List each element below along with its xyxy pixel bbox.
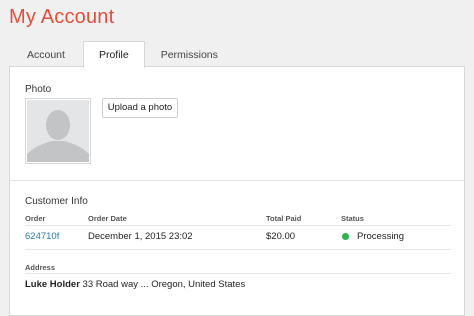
tab-permissions[interactable]: Permissions [144,41,234,67]
address-divider [25,273,451,274]
column-header-order-date: Order Date [88,214,127,223]
column-header-total-paid: Total Paid [266,214,302,223]
photo-label: Photo [25,84,52,95]
tab-bar: Account Profile Permissions [9,41,234,68]
column-header-status: Status [341,214,364,223]
status-dot-icon [342,233,349,240]
avatar [25,98,91,164]
user-silhouette-icon [27,100,89,162]
address-name: Luke Holder [25,279,80,290]
page-title: My Account [9,6,115,28]
order-id-link[interactable]: 624710f [25,231,59,242]
tab-profile[interactable]: Profile [82,41,145,68]
table-row-divider [25,249,451,250]
table-header-divider [25,225,451,226]
order-status: Processing [357,231,404,242]
address-line: Luke Holder 33 Road way ... Oregon, Unit… [25,279,245,290]
section-divider [10,180,464,181]
column-header-order: Order [25,214,46,223]
customer-info-heading: Customer Info [25,196,88,207]
tab-account[interactable]: Account [9,41,83,67]
order-total: $20.00 [266,231,296,242]
address-label: Address [25,263,56,272]
address-text: 33 Road way ... Oregon, United States [82,279,246,290]
upload-photo-button[interactable]: Upload a photo [102,98,178,118]
order-date: December 1, 2015 23:02 [88,231,193,242]
avatar-placeholder [27,100,89,162]
profile-panel: Photo Upload a photo Customer Info Order… [9,66,465,316]
